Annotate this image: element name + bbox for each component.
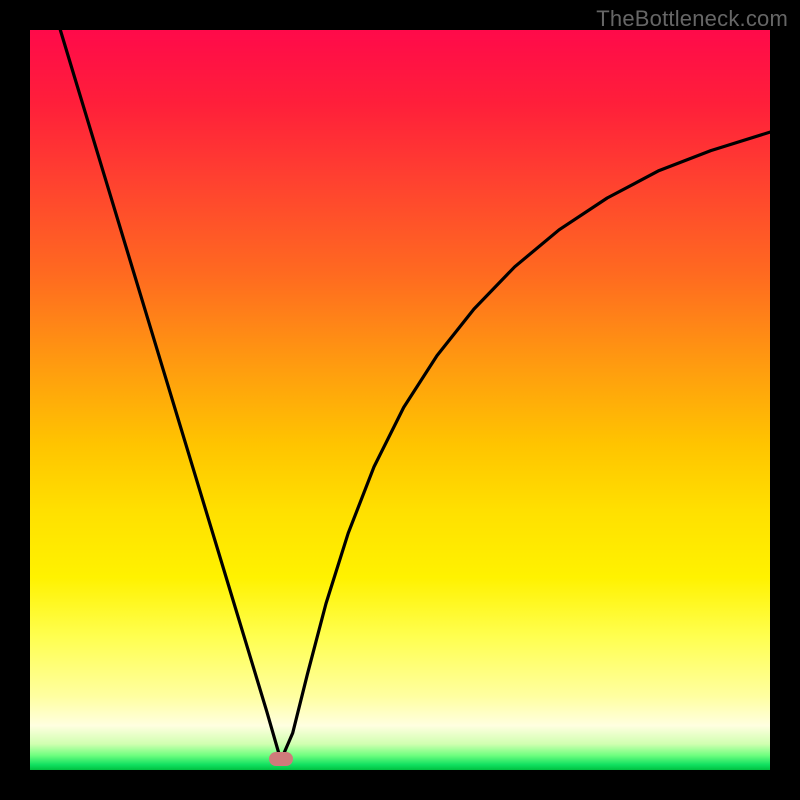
- watermark-text: TheBottleneck.com: [596, 6, 788, 32]
- outer-frame: TheBottleneck.com: [0, 0, 800, 800]
- plot-area: [30, 30, 770, 770]
- bottleneck-curve: [30, 30, 770, 770]
- minimum-marker: [269, 752, 293, 766]
